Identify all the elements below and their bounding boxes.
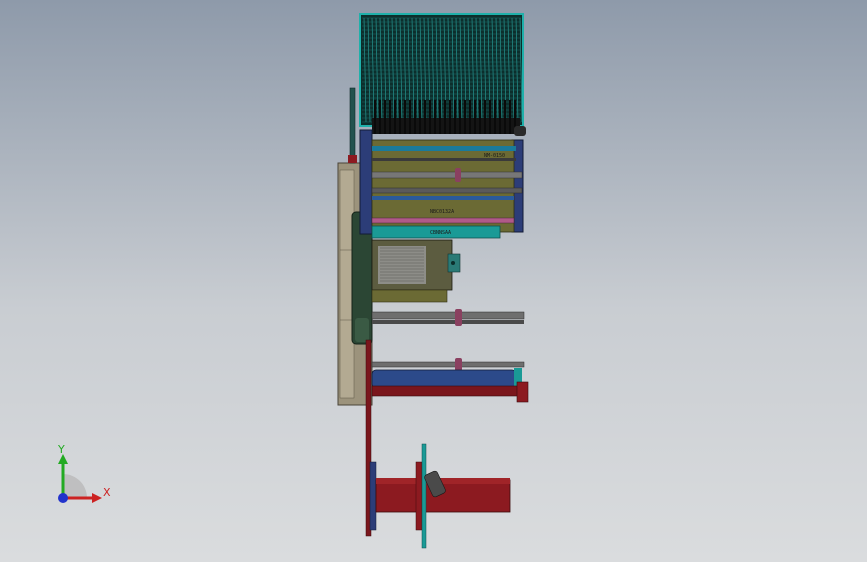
component-label-3: CBNNSAA [430,230,451,236]
unwind-spool-assembly[interactable] [369,443,511,549]
component-label-2: NBC0132A [430,209,454,215]
feed-roller-blue[interactable] [371,358,525,390]
y-axis-label: Y [58,443,65,456]
drive-motor-block[interactable] [371,239,461,291]
guide-shaft-middle[interactable] [371,309,525,326]
x-axis-label: X [103,486,111,499]
graphics-viewport[interactable]: NM-0150 NBC0132A CBNNSAA Y X [0,0,867,562]
component-label-1: NM-0150 [484,153,505,159]
left-upright-rod[interactable] [349,87,356,164]
machine-assembly-model[interactable]: NM-0150 NBC0132A CBNNSAA [0,0,867,562]
frame-left-rail[interactable] [359,129,373,235]
